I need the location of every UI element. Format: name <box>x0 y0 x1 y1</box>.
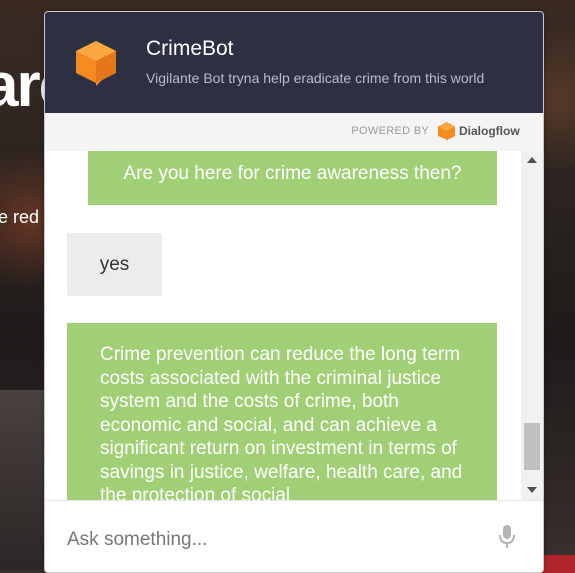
scroll-up-arrow-icon[interactable] <box>527 157 537 163</box>
message-scrollbar[interactable] <box>521 151 543 500</box>
bot-description: Vigilante Bot tryna help eradicate crime… <box>146 70 485 86</box>
scroll-down-arrow-icon[interactable] <box>527 487 537 493</box>
dialogflow-icon <box>438 122 455 141</box>
background-text: e red <box>0 207 40 227</box>
scrollbar-thumb[interactable] <box>524 423 540 470</box>
powered-by-bar: POWERED BY Dialogflow <box>45 113 543 152</box>
speech-cube-icon <box>76 41 116 86</box>
bot-name: CrimeBot <box>146 37 234 60</box>
dialogflow-brand: Dialogflow <box>459 124 520 138</box>
powered-by-label: POWERED BY <box>351 125 429 137</box>
chat-header: CrimeBot Vigilante Bot tryna help eradic… <box>45 12 543 113</box>
user-message: yes <box>67 233 162 296</box>
input-bar <box>45 500 543 572</box>
chat-widget: CrimeBot Vigilante Bot tryna help eradic… <box>44 11 544 573</box>
bot-message: Crime prevention can reduce the long ter… <box>67 323 497 500</box>
bot-message: Are you here for crime awareness then? <box>88 151 497 205</box>
ask-input[interactable] <box>65 525 479 555</box>
background-red-bar <box>540 555 575 573</box>
microphone-icon[interactable] <box>498 525 516 549</box>
message-list[interactable]: Are you here for crime awareness then? y… <box>45 151 521 500</box>
